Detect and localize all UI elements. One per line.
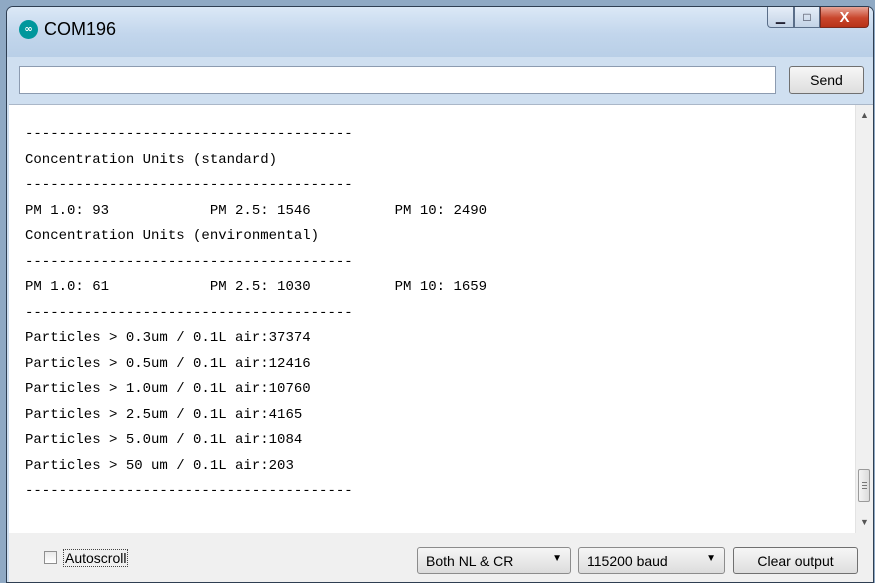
console-line: ---------------------------------------: [25, 483, 353, 499]
title-bar[interactable]: ∞ COM196 ▁ □ X: [7, 7, 873, 57]
console-line: ---------------------------------------: [25, 304, 353, 321]
maximize-button[interactable]: □: [794, 7, 820, 28]
console-line: PM 1.0: 93 PM 2.5: 1546 PM 10: 2490: [25, 202, 488, 219]
chevron-down-icon: ▼: [706, 553, 716, 564]
console-output[interactable]: --------------------------------------- C…: [9, 104, 873, 533]
window-controls: ▁ □ X: [767, 7, 869, 31]
send-row: Send: [19, 64, 868, 98]
clear-output-button[interactable]: Clear output: [733, 547, 858, 574]
autoscroll-checkbox[interactable]: [44, 551, 57, 564]
console-line: Concentration Units (environmental): [25, 228, 320, 244]
scrollbar-thumb[interactable]: [858, 469, 870, 502]
autoscroll-label[interactable]: Autoscroll: [63, 549, 129, 567]
close-button[interactable]: X: [820, 7, 869, 28]
scroll-down-icon[interactable]: ▼: [856, 514, 873, 531]
console-line: ---------------------------------------: [25, 126, 353, 142]
console-line: Concentration Units (standard): [25, 151, 278, 168]
status-bar: Autoscroll Both NL & CR ▼ 115200 baud ▼ …: [9, 533, 873, 582]
line-ending-value: Both NL & CR: [426, 552, 514, 569]
serial-monitor-window: ∞ COM196 ▁ □ X Send --------------------…: [6, 6, 874, 583]
scroll-up-icon[interactable]: ▲: [856, 107, 873, 124]
console-line: Particles > 5.0um / 0.1L air:1084: [25, 432, 303, 448]
arduino-icon: ∞: [19, 20, 38, 39]
serial-input[interactable]: [19, 66, 776, 94]
console-line: Particles > 1.0um / 0.1L air:10760: [25, 381, 311, 397]
chevron-down-icon: ▼: [552, 553, 562, 564]
close-icon: X: [839, 8, 850, 26]
console-line: ---------------------------------------: [25, 253, 353, 270]
baud-rate-value: 115200 baud: [587, 552, 668, 569]
console-line: Particles > 0.5um / 0.1L air:12416: [25, 355, 311, 372]
console-line: Particles > 0.3um / 0.1L air:37374: [25, 330, 311, 346]
console-line: ---------------------------------------: [25, 177, 353, 193]
console-line: PM 1.0: 61 PM 2.5: 1030 PM 10: 1659: [25, 279, 488, 295]
minimize-icon: ▁: [775, 10, 786, 24]
baud-rate-select[interactable]: 115200 baud ▼: [578, 547, 725, 574]
console-line: Particles > 50 um / 0.1L air:203: [25, 457, 294, 474]
console-text: --------------------------------------- C…: [25, 122, 487, 505]
vertical-scrollbar[interactable]: ▲ ▼: [855, 105, 873, 533]
minimize-button[interactable]: ▁: [767, 7, 794, 28]
console-line: Particles > 2.5um / 0.1L air:4165: [25, 406, 303, 423]
line-ending-select[interactable]: Both NL & CR ▼: [417, 547, 571, 574]
maximize-icon: □: [803, 10, 811, 24]
send-button[interactable]: Send: [789, 66, 864, 94]
window-title: COM196: [44, 19, 117, 39]
